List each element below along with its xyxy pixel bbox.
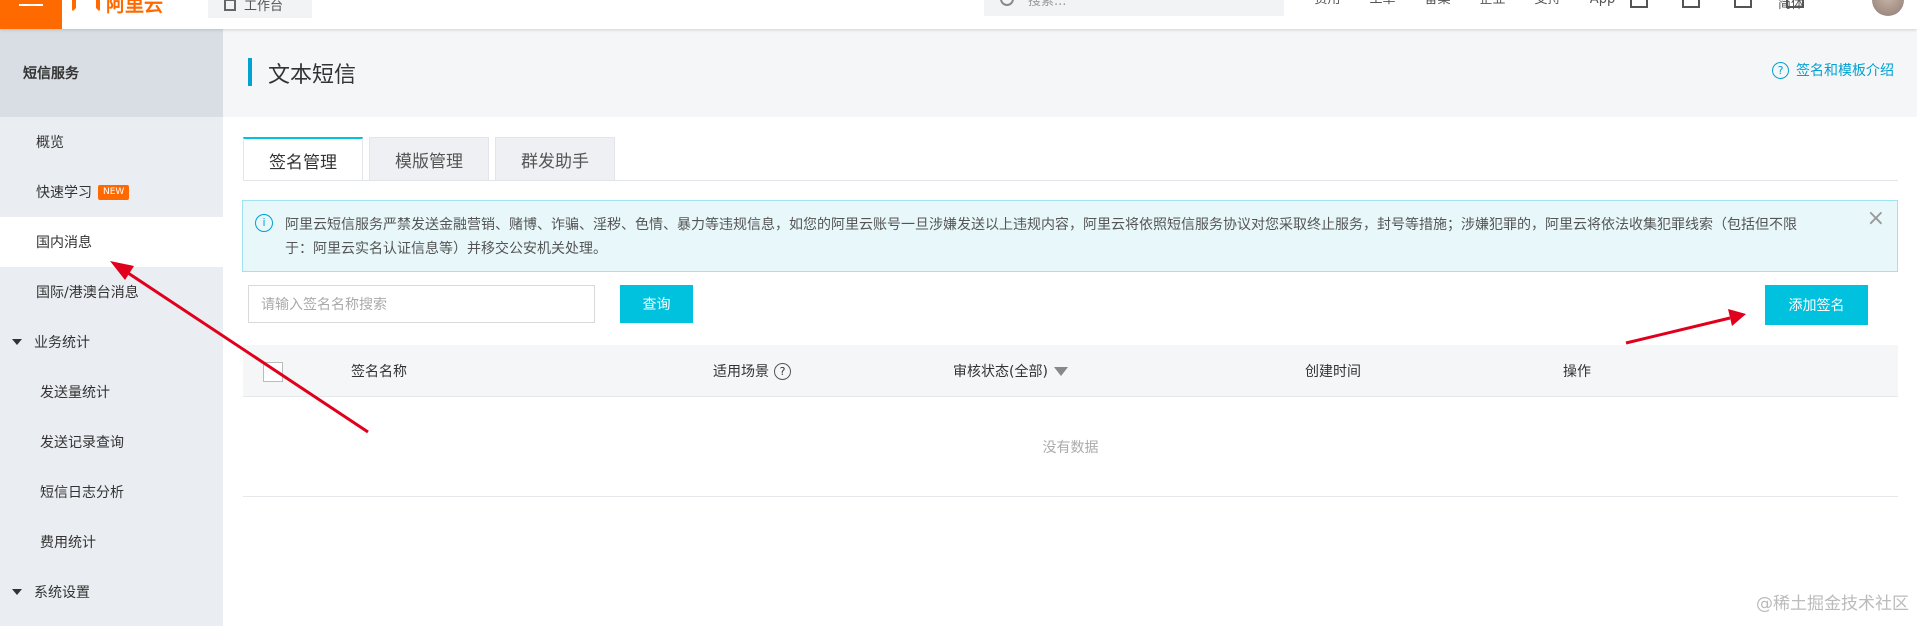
column-review-status[interactable]: 审核状态(全部): [953, 345, 1068, 397]
avatar[interactable]: [1872, 0, 1904, 16]
sidebar-item-label: 系统设置: [34, 585, 90, 601]
tab-template-management[interactable]: 模版管理: [369, 137, 489, 181]
top-navigation-bar: 阿里云 工作台 搜索... 费用 工单 备案 企业 支持 App 简体: [0, 0, 1917, 29]
aliyun-logo[interactable]: 阿里云: [72, 0, 163, 15]
tabs-divider: [243, 180, 1898, 181]
sidebar-item-label: 短信日志分析: [40, 485, 124, 501]
question-icon: ?: [1772, 61, 1789, 79]
main-content: 文本短信 ? 签名和模板介绍 签名管理 模版管理 群发助手 i 阿里云短信服务严…: [223, 29, 1917, 626]
sidebar-item-label: 国际/港澳台消息: [36, 285, 139, 301]
nav-link[interactable]: 工单: [1355, 0, 1410, 12]
nav-link[interactable]: 支持: [1520, 0, 1575, 12]
column-label: 创建时间: [1305, 364, 1361, 380]
sidebar-header: 短信服务: [0, 29, 223, 117]
signature-template-intro-link[interactable]: ? 签名和模板介绍: [1772, 60, 1894, 80]
table-header: 签名名称 适用场景 ? 审核状态(全部) 创建时间 操作: [243, 345, 1898, 397]
column-label: 操作: [1563, 364, 1591, 380]
new-badge: NEW: [98, 184, 130, 200]
tab-bulk-send-assistant[interactable]: 群发助手: [495, 137, 615, 181]
sidebar-item-cost-stats[interactable]: 费用统计: [0, 517, 223, 567]
column-label: 适用场景: [713, 364, 769, 380]
page-header: 文本短信 ? 签名和模板介绍: [223, 29, 1917, 117]
aliyun-logo-mark: [72, 0, 100, 12]
caret-down-icon: [12, 339, 22, 345]
add-signature-button[interactable]: 添加签名: [1765, 285, 1868, 325]
sidebar-item-send-records[interactable]: 发送记录查询: [0, 417, 223, 467]
global-search[interactable]: 搜索...: [984, 0, 1284, 16]
watermark: @稀土掘金技术社区: [1756, 594, 1909, 614]
info-icon: i: [255, 214, 273, 232]
question-icon[interactable]: ?: [774, 362, 791, 380]
tab-signature-management[interactable]: 签名管理: [243, 137, 363, 181]
compliance-notice: i 阿里云短信服务严禁发送金融营销、赌博、诈骗、淫秽、色情、暴力等违规信息，如您…: [242, 200, 1898, 272]
workbench-label: 工作台: [244, 0, 284, 14]
sidebar-group-business-stats[interactable]: 业务统计: [0, 317, 223, 367]
column-created-time: 创建时间: [1305, 345, 1361, 397]
sidebar-item-label: 发送量统计: [40, 385, 110, 401]
column-signature-name: 签名名称: [351, 345, 407, 397]
filter-icon[interactable]: [1053, 366, 1068, 376]
help-link-label: 签名和模板介绍: [1796, 63, 1894, 79]
signature-search-input[interactable]: [248, 285, 595, 323]
column-usage-scenario: 适用场景 ?: [713, 345, 791, 397]
column-actions: 操作: [1563, 345, 1591, 397]
sidebar-item-sms-log-analysis[interactable]: 短信日志分析: [0, 467, 223, 517]
sidebar-item-label: 快速学习: [36, 185, 92, 201]
query-button[interactable]: 查询: [620, 285, 693, 323]
sidebar-item-international-messages[interactable]: 国际/港澳台消息: [0, 267, 223, 317]
sidebar-item-quick-learn[interactable]: 快速学习 NEW: [0, 167, 223, 217]
top-nav-links: 费用 工单 备案 企业 支持 App: [1300, 0, 1630, 12]
menu-icon[interactable]: [0, 0, 62, 29]
sidebar-item-label: 业务统计: [34, 335, 90, 351]
sidebar-group-system-settings[interactable]: 系统设置: [0, 567, 223, 617]
sidebar: 短信服务 概览 快速学习 NEW 国内消息 国际/港澳台消息 业务统计 发送量统…: [0, 29, 223, 626]
column-label: 签名名称: [351, 364, 407, 380]
sidebar-item-overview[interactable]: 概览: [0, 117, 223, 167]
sidebar-item-label: 概览: [36, 135, 64, 151]
logo-text: 阿里云: [106, 0, 164, 15]
nav-link[interactable]: 备案: [1410, 0, 1465, 12]
sidebar-item-label: 国内消息: [36, 235, 92, 251]
nav-link[interactable]: App: [1575, 0, 1630, 12]
sidebar-item-label: 费用统计: [40, 535, 96, 551]
home-icon: [224, 0, 236, 11]
sidebar-item-domestic-messages[interactable]: 国内消息: [0, 217, 223, 267]
caret-down-icon: [12, 589, 22, 595]
page-title: 文本短信: [268, 63, 357, 88]
title-accent-bar: [248, 58, 252, 86]
select-all-checkbox[interactable]: [263, 362, 283, 382]
cart-icon[interactable]: [1734, 0, 1752, 8]
close-icon[interactable]: ×: [1867, 207, 1885, 231]
sidebar-item-send-volume[interactable]: 发送量统计: [0, 367, 223, 417]
search-icon: [1000, 0, 1014, 6]
global-search-placeholder: 搜索...: [1028, 0, 1067, 9]
workbench-button[interactable]: 工作台: [208, 0, 312, 18]
message-icon[interactable]: [1630, 0, 1648, 8]
empty-state: 没有数据: [243, 397, 1898, 497]
language-switch[interactable]: 简体: [1778, 0, 1804, 11]
column-label: 审核状态(全部): [953, 364, 1048, 380]
bell-icon[interactable]: [1682, 0, 1700, 8]
tab-bar: 签名管理 模版管理 群发助手: [243, 137, 621, 181]
nav-link[interactable]: 企业: [1465, 0, 1520, 12]
nav-link[interactable]: 费用: [1300, 0, 1355, 12]
sidebar-item-label: 发送记录查询: [40, 435, 124, 451]
notice-text: 阿里云短信服务严禁发送金融营销、赌博、诈骗、淫秽、色情、暴力等违规信息，如您的阿…: [285, 217, 1797, 257]
